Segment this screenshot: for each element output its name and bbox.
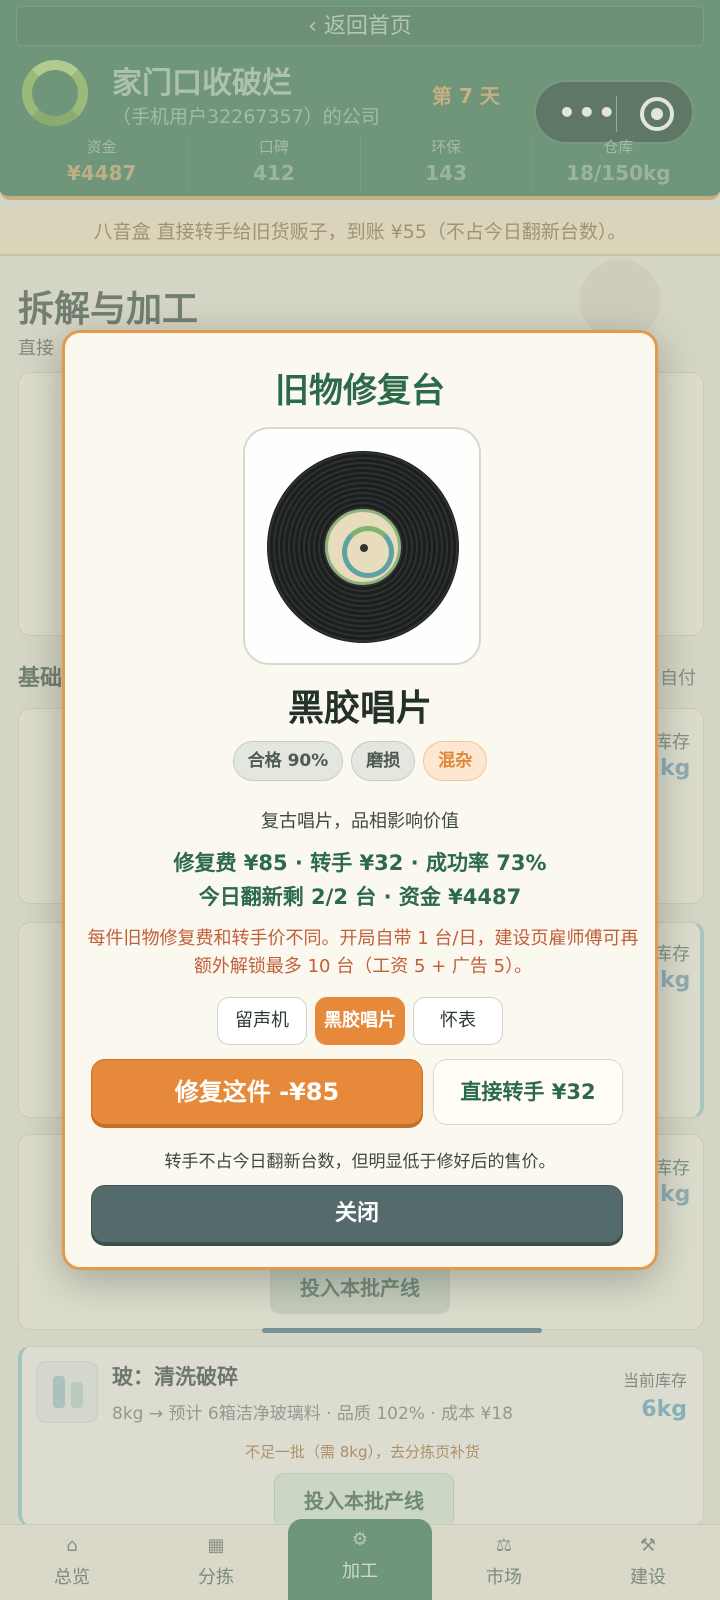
option-vinyl[interactable]: 黑胶唱片 bbox=[315, 997, 405, 1045]
sell-note: 转手不占今日翻新台数，但明显低于修好后的售价。 bbox=[164, 1152, 556, 1172]
cost-summary: 修复费 ¥85 · 转手 ¥32 · 成功率 73% bbox=[173, 851, 547, 875]
close-button[interactable]: 关闭 bbox=[91, 1185, 623, 1243]
item-selector: 留声机 黑胶唱片 怀表 bbox=[65, 997, 655, 1045]
item-image-frame bbox=[243, 427, 481, 665]
direct-sell-button[interactable]: 直接转手 ¥32 bbox=[433, 1059, 623, 1125]
modal-title: 旧物修复台 bbox=[275, 371, 445, 411]
repair-modal: 旧物修复台 黑胶唱片 合格 90% 磨损 混杂 复古唱片，品相影响价值 修复费 … bbox=[62, 330, 658, 1270]
item-description: 复古唱片，品相影响价值 bbox=[261, 811, 459, 832]
wear-tag: 磨损 bbox=[351, 741, 416, 781]
item-name: 黑胶唱片 bbox=[287, 688, 432, 729]
item-tags: 合格 90% 磨损 混杂 bbox=[65, 741, 655, 781]
mixed-tag: 混杂 bbox=[423, 741, 488, 781]
vinyl-record-icon bbox=[267, 451, 459, 643]
option-pocket-watch[interactable]: 怀表 bbox=[413, 997, 503, 1045]
quality-tag: 合格 90% bbox=[232, 741, 344, 781]
repair-hint: 每件旧物修复费和转手价不同。开局自带 1 台/日，建设页雇师傅可再额外解锁最多 … bbox=[87, 928, 639, 977]
capacity-summary: 今日翻新剩 2/2 台 · 资金 ¥4487 bbox=[198, 885, 522, 909]
option-gramophone[interactable]: 留声机 bbox=[217, 997, 307, 1045]
repair-button[interactable]: 修复这件 -¥85 bbox=[91, 1059, 423, 1125]
record-label bbox=[325, 509, 401, 585]
